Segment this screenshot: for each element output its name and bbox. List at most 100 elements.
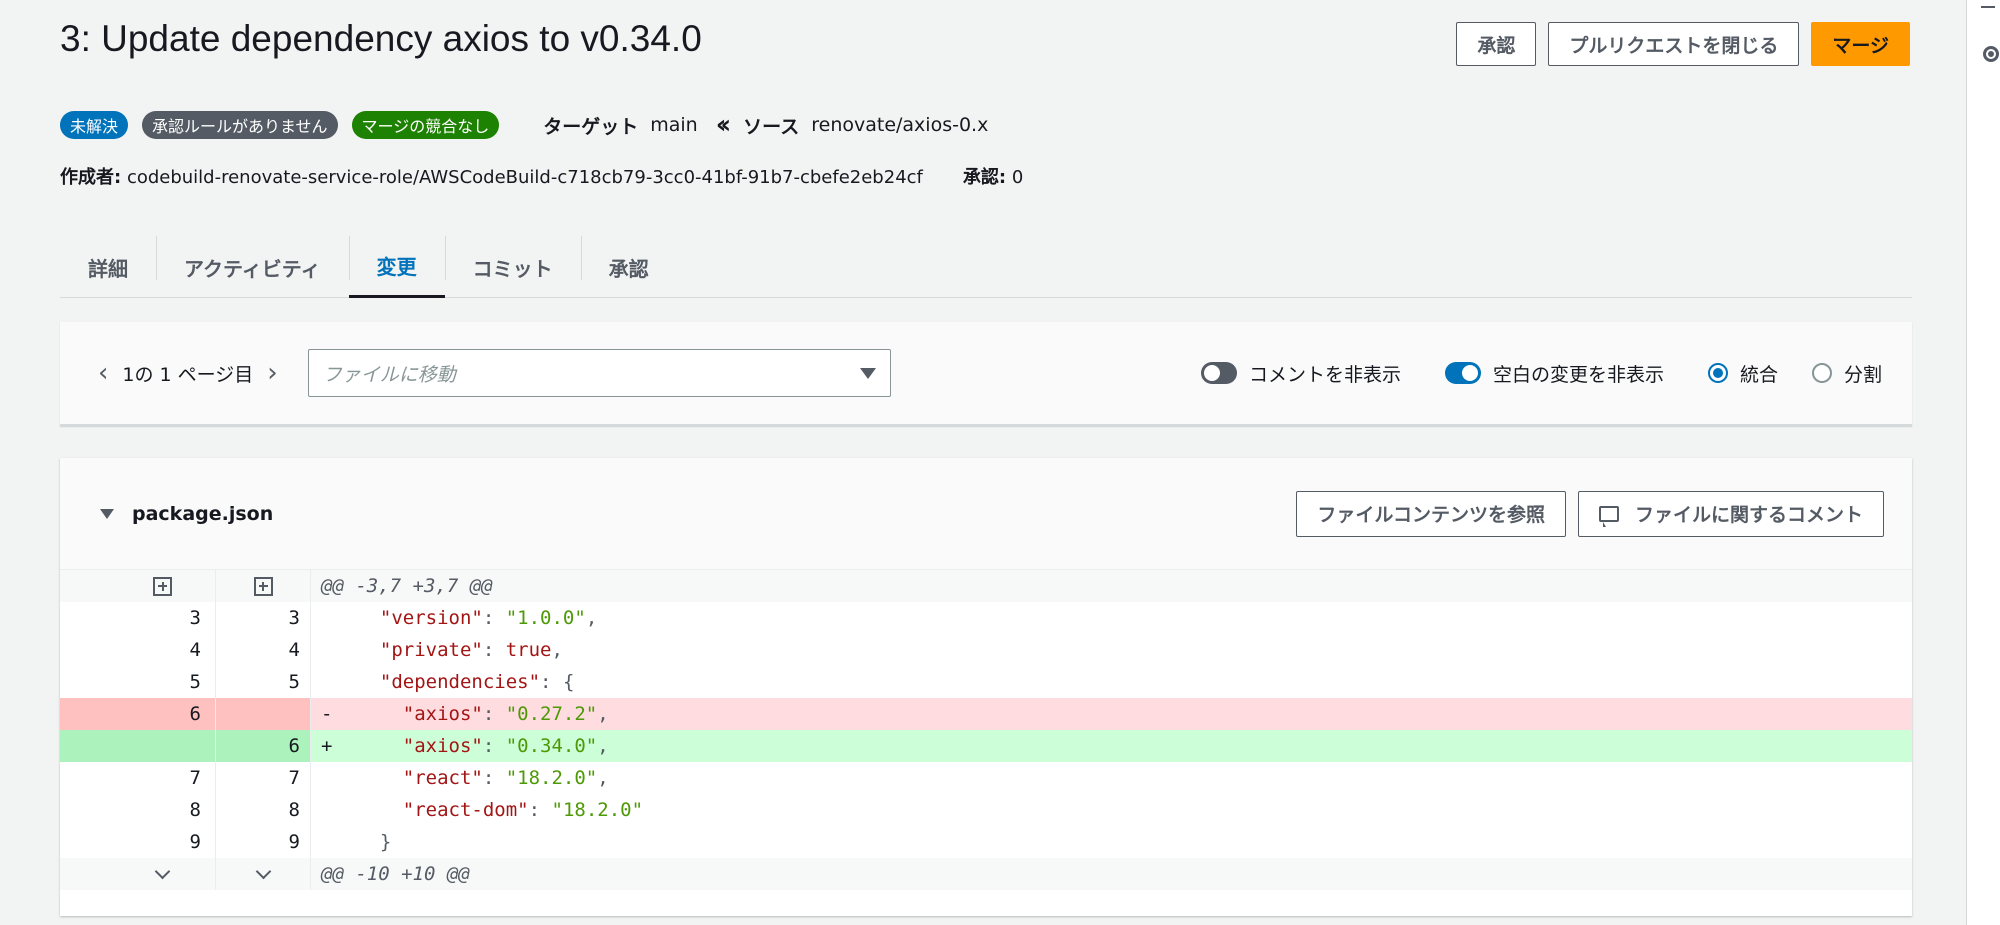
page-title: 3: Update dependency axios to v0.34.0: [60, 18, 702, 59]
json-sep: :: [482, 607, 506, 629]
merge-button[interactable]: マージ: [1811, 22, 1910, 66]
hide-comments-toggle[interactable]: コメントを非表示: [1200, 360, 1401, 387]
hide-whitespace-toggle[interactable]: 空白の変更を非表示: [1444, 360, 1664, 387]
old-line-number: 3: [189, 607, 201, 629]
diff-lines: 33 "version": "1.0.0", 4 4 "private": true…: [60, 602, 1912, 858]
old-line-number: 8: [189, 799, 201, 821]
approve-button[interactable]: 承認: [1456, 22, 1537, 66]
status-badge: 未解決: [60, 111, 129, 139]
close-pr-button[interactable]: プルリクエストを閉じる: [1548, 22, 1800, 66]
view-options: コメントを非表示 空白の変更を非表示 統合 分割: [1200, 360, 1882, 387]
json-end: ,: [597, 703, 609, 725]
json-key: "dependencies": [379, 671, 541, 693]
unified-label: 統合: [1739, 363, 1778, 386]
json-value: "18.2.0": [505, 767, 598, 789]
expand-up-cell[interactable]: [60, 570, 215, 602]
line-code: - "axios": "0.27.2",: [311, 698, 609, 730]
new-line-number: 6: [215, 730, 311, 762]
pager: ‹ 1の 1 ページ目 ›: [98, 360, 278, 387]
json-value: "18.2.0": [551, 799, 644, 821]
json-value: "1.0.0": [505, 607, 586, 629]
tab-details[interactable]: 詳細: [60, 236, 156, 298]
changes-toolbar: ‹ 1の 1 ページ目 › ファイルに移動 コメントを非表示 空白の変更を非表示…: [60, 322, 1912, 426]
comment-icon: [1598, 505, 1619, 527]
chevron-down-icon[interactable]: [154, 863, 171, 879]
page: 3: Update dependency axios to v0.34.0 承認…: [0, 0, 2000, 925]
source-branch: renovate/axios-0.x: [811, 114, 989, 136]
line-code: }: [311, 826, 391, 858]
unified-radio[interactable]: [1707, 363, 1728, 383]
old-line-number: 9: [189, 831, 201, 853]
approval-rules-badge: 承認ルールがありません: [142, 111, 338, 139]
json-value: true: [505, 639, 552, 661]
line-code: "react-dom": "18.2.0": [311, 794, 643, 826]
old-line-number: [60, 730, 215, 762]
target-branch: main: [650, 114, 698, 136]
split-radio-option[interactable]: 分割: [1811, 360, 1882, 387]
diff-line: 33 "version": "1.0.0",: [60, 602, 1912, 634]
json-value: "0.34.0": [505, 735, 598, 757]
hunk-footer-row: @@ -10 +10 @@: [60, 858, 1912, 890]
approvals-label: 承認:: [962, 167, 1007, 188]
file-jump-select[interactable]: ファイルに移動: [307, 349, 891, 397]
line-code: "private": true,: [311, 634, 563, 666]
tab-changes[interactable]: 変更: [348, 236, 445, 298]
json-key: "version": [379, 607, 483, 629]
diff-line: 6 - "axios": "0.27.2",: [60, 698, 1912, 730]
right-side-panel: [1966, 0, 2000, 925]
target-label: ターゲット: [543, 115, 639, 138]
file-comment-button[interactable]: ファイルに関するコメント: [1577, 490, 1884, 537]
expand-down-cell[interactable]: [60, 858, 215, 890]
file-comment-label: ファイルに関するコメント: [1634, 504, 1863, 526]
json-value: "0.27.2": [505, 703, 598, 725]
new-line-number: 5: [215, 666, 311, 698]
split-label: 分割: [1843, 363, 1882, 386]
new-line-number: 9: [215, 826, 311, 858]
status-row: 未解決 承認ルールがありません マージの競合なし ターゲット main ‹‹ ソ…: [60, 110, 988, 140]
old-line-number: 4: [189, 639, 201, 661]
author-value: codebuild-renovate-service-role/AWSCodeB…: [126, 167, 923, 188]
chevron-down-icon[interactable]: [255, 863, 271, 879]
json-sep: :: [482, 767, 506, 789]
diff-table: @@ -3,7 +3,7 @@ 33 "version": "1.0.0", 4 4…: [60, 570, 1912, 890]
browse-file-button[interactable]: ファイルコンテンツを参照: [1296, 490, 1566, 537]
tab-activity[interactable]: アクティビティ: [156, 236, 349, 298]
chevron-left-icon[interactable]: ‹: [98, 360, 108, 386]
approvals-count: 0: [1011, 167, 1024, 188]
tab-approvals[interactable]: 承認: [580, 236, 677, 298]
merge-conflicts-badge: マージの競合なし: [351, 111, 500, 139]
expand-down-cell[interactable]: [215, 858, 311, 890]
json-end: ,: [585, 607, 598, 629]
toggle-switch-on[interactable]: [1444, 362, 1481, 384]
settings-icon[interactable]: [1983, 46, 1999, 62]
header-actions: 承認 プルリクエストを閉じる マージ: [1456, 22, 1910, 66]
expand-up-cell[interactable]: [215, 570, 311, 602]
expand-icon[interactable]: [253, 576, 273, 596]
chevron-right-icon[interactable]: ›: [267, 360, 277, 386]
split-radio[interactable]: [1811, 363, 1832, 383]
caret-down-icon[interactable]: [100, 508, 114, 519]
expand-icon[interactable]: [153, 576, 172, 596]
hide-whitespace-label: 空白の変更を非表示: [1492, 363, 1664, 386]
tab-commits[interactable]: コミット: [444, 236, 581, 298]
new-line-number: [215, 698, 311, 730]
json-key: "react-dom": [402, 799, 529, 821]
json-key: "private": [379, 639, 483, 661]
unified-radio-option[interactable]: 統合: [1707, 360, 1778, 387]
double-chevron-left-icon: ‹‹: [715, 110, 732, 140]
diff-line: 44 "private": true,: [60, 634, 1912, 666]
diff-view-radio-group: 統合 分割: [1707, 360, 1882, 387]
toggle-switch-off[interactable]: [1200, 362, 1237, 384]
new-line-number: 7: [215, 762, 311, 794]
menu-icon[interactable]: [1981, 2, 1995, 8]
hide-comments-label: コメントを非表示: [1248, 363, 1401, 386]
diff-line: 88 "react-dom": "18.2.0": [60, 794, 1912, 826]
json-sep: :: [482, 639, 506, 661]
